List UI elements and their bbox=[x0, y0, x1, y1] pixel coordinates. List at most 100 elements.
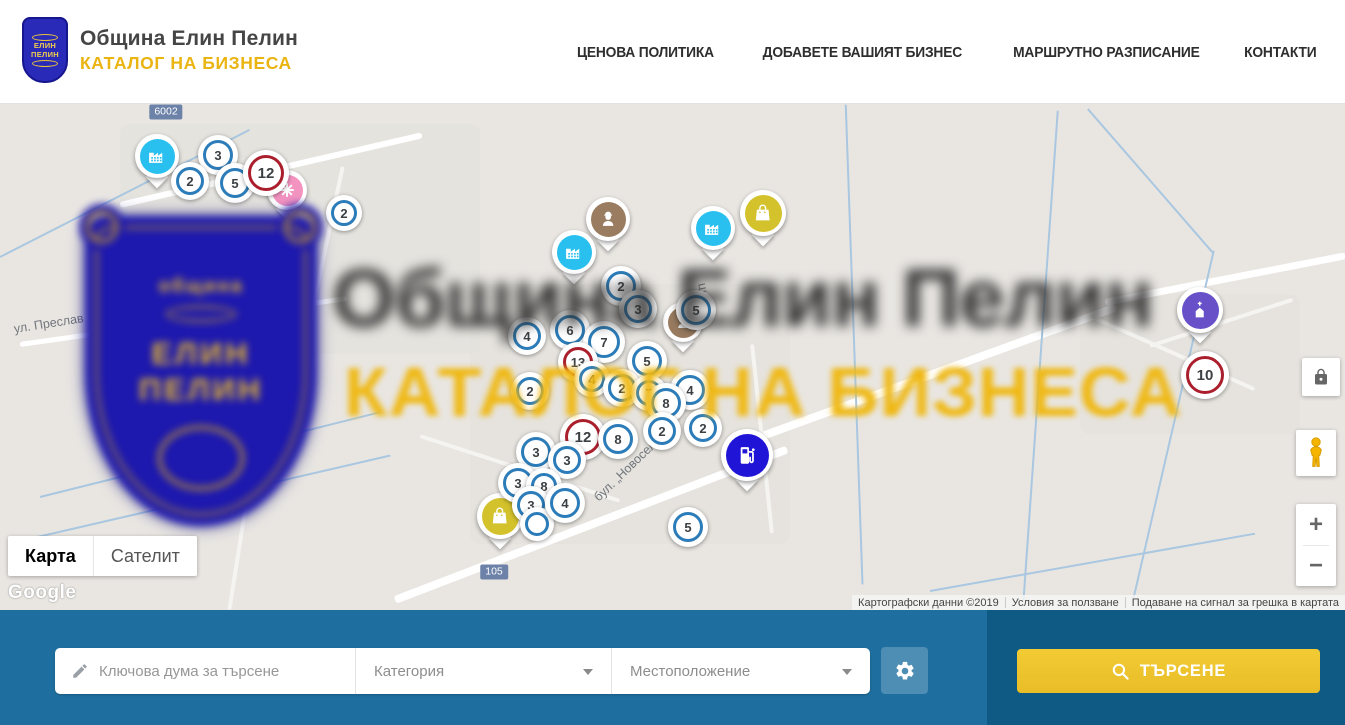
cluster-marker[interactable]: 2 bbox=[171, 162, 209, 200]
map-canvas[interactable]: 32512223564713524274822128333834510 6002… bbox=[0, 104, 1345, 610]
search-submit-button[interactable]: ТЪРСЕНЕ bbox=[1017, 649, 1320, 693]
search-bar: Категория Местоположение ТЪРСЕНЕ bbox=[0, 610, 1345, 725]
advanced-settings-button[interactable] bbox=[881, 647, 928, 694]
keyword-section bbox=[55, 648, 355, 694]
cluster-count: 5 bbox=[681, 295, 711, 325]
cluster-count: 4 bbox=[579, 366, 605, 392]
pin-circle bbox=[1177, 287, 1223, 333]
factory-icon bbox=[557, 235, 592, 270]
report-map-error-link[interactable]: Подаване на сигнал за грешка в картата bbox=[1126, 597, 1345, 609]
cluster-marker[interactable]: 10 bbox=[1181, 351, 1229, 399]
map-type-control: Карта Сателит bbox=[8, 536, 197, 576]
shield-text-line1: ЕЛИН bbox=[34, 42, 56, 50]
cluster-marker[interactable]: 4 bbox=[545, 483, 585, 523]
search-icon bbox=[1111, 662, 1130, 681]
road-line bbox=[734, 304, 1117, 450]
page: ЕЛИН ПЕЛИН Община Елин Пелин КАТАЛОГ НА … bbox=[0, 0, 1345, 725]
category-select-value: Категория bbox=[374, 663, 444, 680]
cluster-marker[interactable]: 5 bbox=[668, 507, 708, 547]
cluster-count: 3 bbox=[521, 437, 551, 467]
zoom-control: + − bbox=[1296, 504, 1336, 586]
map-pin-fuel[interactable] bbox=[721, 429, 773, 493]
header: ЕЛИН ПЕЛИН Община Елин Пелин КАТАЛОГ НА … bbox=[0, 0, 1345, 104]
pin-circle bbox=[552, 230, 596, 274]
shopping-bag-icon bbox=[745, 195, 782, 232]
cluster-count: 10 bbox=[1186, 356, 1224, 394]
cluster-count: 2 bbox=[176, 167, 204, 195]
cluster-count: 2 bbox=[331, 200, 357, 226]
pegman-icon bbox=[1305, 436, 1327, 470]
cluster-count: 3 bbox=[553, 446, 581, 474]
watermark-shield-name2: ПЕЛИН bbox=[139, 372, 263, 408]
google-logo[interactable]: Google bbox=[8, 582, 76, 604]
cluster-count: 6 bbox=[555, 315, 585, 345]
category-select[interactable]: Категория bbox=[355, 648, 611, 694]
search-button-label: ТЪРСЕНЕ bbox=[1140, 662, 1226, 681]
shield-ornament bbox=[32, 60, 58, 67]
map-pin-church[interactable] bbox=[1177, 287, 1223, 345]
cluster-marker[interactable]: 3 bbox=[619, 290, 657, 328]
nav-item-pricing[interactable]: ЦЕНОВА ПОЛИТИКА bbox=[577, 44, 714, 61]
road-line bbox=[180, 224, 184, 404]
map-pin-shopping-bag[interactable] bbox=[740, 190, 786, 248]
gear-icon bbox=[894, 660, 916, 682]
cluster-count bbox=[525, 512, 549, 536]
site-logo[interactable]: ЕЛИН ПЕЛИН Община Елин Пелин КАТАЛОГ НА … bbox=[22, 17, 298, 83]
shield-text-line2: ПЕЛИН bbox=[31, 51, 59, 59]
org-name: Община Елин Пелин bbox=[80, 27, 298, 51]
border-line bbox=[845, 105, 863, 585]
lock-icon bbox=[1312, 368, 1330, 386]
nav-item-contacts[interactable]: КОНТАКТИ bbox=[1245, 44, 1317, 61]
map-type-satellite-button[interactable]: Сателит bbox=[93, 536, 197, 576]
nav-item-bus-schedule[interactable]: МАРШРУТНО РАЗПИСАНИЕ bbox=[1013, 44, 1200, 61]
keyword-search-input[interactable] bbox=[99, 663, 349, 680]
map-pin-factory[interactable] bbox=[552, 230, 596, 286]
search-input-group: Категория Местоположение bbox=[55, 648, 870, 694]
shield-ornament bbox=[32, 34, 58, 41]
map-type-map-button[interactable]: Карта bbox=[8, 536, 93, 576]
road-line bbox=[227, 501, 248, 610]
pin-circle bbox=[691, 206, 735, 250]
fuel-icon bbox=[726, 434, 769, 477]
factory-icon bbox=[696, 211, 731, 246]
border-line bbox=[1087, 108, 1213, 252]
cluster-marker[interactable]: 2 bbox=[326, 195, 362, 231]
cluster-count: 5 bbox=[632, 346, 662, 376]
cluster-marker[interactable]: 4 bbox=[508, 317, 546, 355]
road-shield-label: 6002 bbox=[149, 105, 182, 120]
street-view-pegman[interactable] bbox=[1296, 430, 1336, 476]
main-nav: ЦЕНОВА ПОЛИТИКА ДОБАВЕТЕ ВАШИЯТ БИЗНЕС М… bbox=[571, 0, 1320, 104]
chevron-down-icon bbox=[842, 669, 852, 675]
cluster-marker[interactable]: 2 bbox=[511, 372, 549, 410]
border-line bbox=[930, 533, 1255, 592]
cluster-marker[interactable] bbox=[193, 244, 231, 282]
cluster-count: 2 bbox=[648, 417, 676, 445]
chevron-down-icon bbox=[583, 669, 593, 675]
cluster-count: 12 bbox=[248, 155, 284, 191]
cluster-count: 8 bbox=[603, 424, 633, 454]
church-icon bbox=[1182, 292, 1219, 329]
street-label: ул. Преслав bbox=[13, 311, 85, 336]
cluster-marker[interactable]: 2 bbox=[684, 409, 722, 447]
lock-button[interactable] bbox=[1302, 358, 1340, 396]
cluster-count: 4 bbox=[513, 322, 541, 350]
nav-item-add-business[interactable]: ДОБАВЕТЕ ВАШИЯТ БИЗНЕС bbox=[763, 44, 962, 61]
zoom-in-button[interactable]: + bbox=[1296, 505, 1336, 545]
border-line bbox=[20, 455, 391, 542]
factory-icon bbox=[140, 139, 175, 174]
location-select[interactable]: Местоположение bbox=[611, 648, 870, 694]
municipality-shield-icon: ЕЛИН ПЕЛИН bbox=[22, 17, 68, 83]
attribution-data: Картографски данни ©2019 bbox=[852, 597, 1005, 609]
cluster-marker[interactable]: 12 bbox=[243, 150, 289, 196]
cluster-marker[interactable]: 2 bbox=[643, 412, 681, 450]
map-pin-factory[interactable] bbox=[691, 206, 735, 262]
map-attribution: Картографски данни ©2019 Условия за полз… bbox=[852, 595, 1345, 610]
cluster-marker[interactable]: 5 bbox=[676, 290, 716, 330]
pin-circle bbox=[740, 190, 786, 236]
terms-link[interactable]: Условия за ползване bbox=[1006, 597, 1125, 609]
cluster-count: 2 bbox=[689, 414, 717, 442]
border-line bbox=[40, 411, 380, 497]
zoom-out-button[interactable]: − bbox=[1296, 546, 1336, 586]
border-line bbox=[1023, 111, 1059, 600]
cluster-marker[interactable]: 8 bbox=[598, 419, 638, 459]
